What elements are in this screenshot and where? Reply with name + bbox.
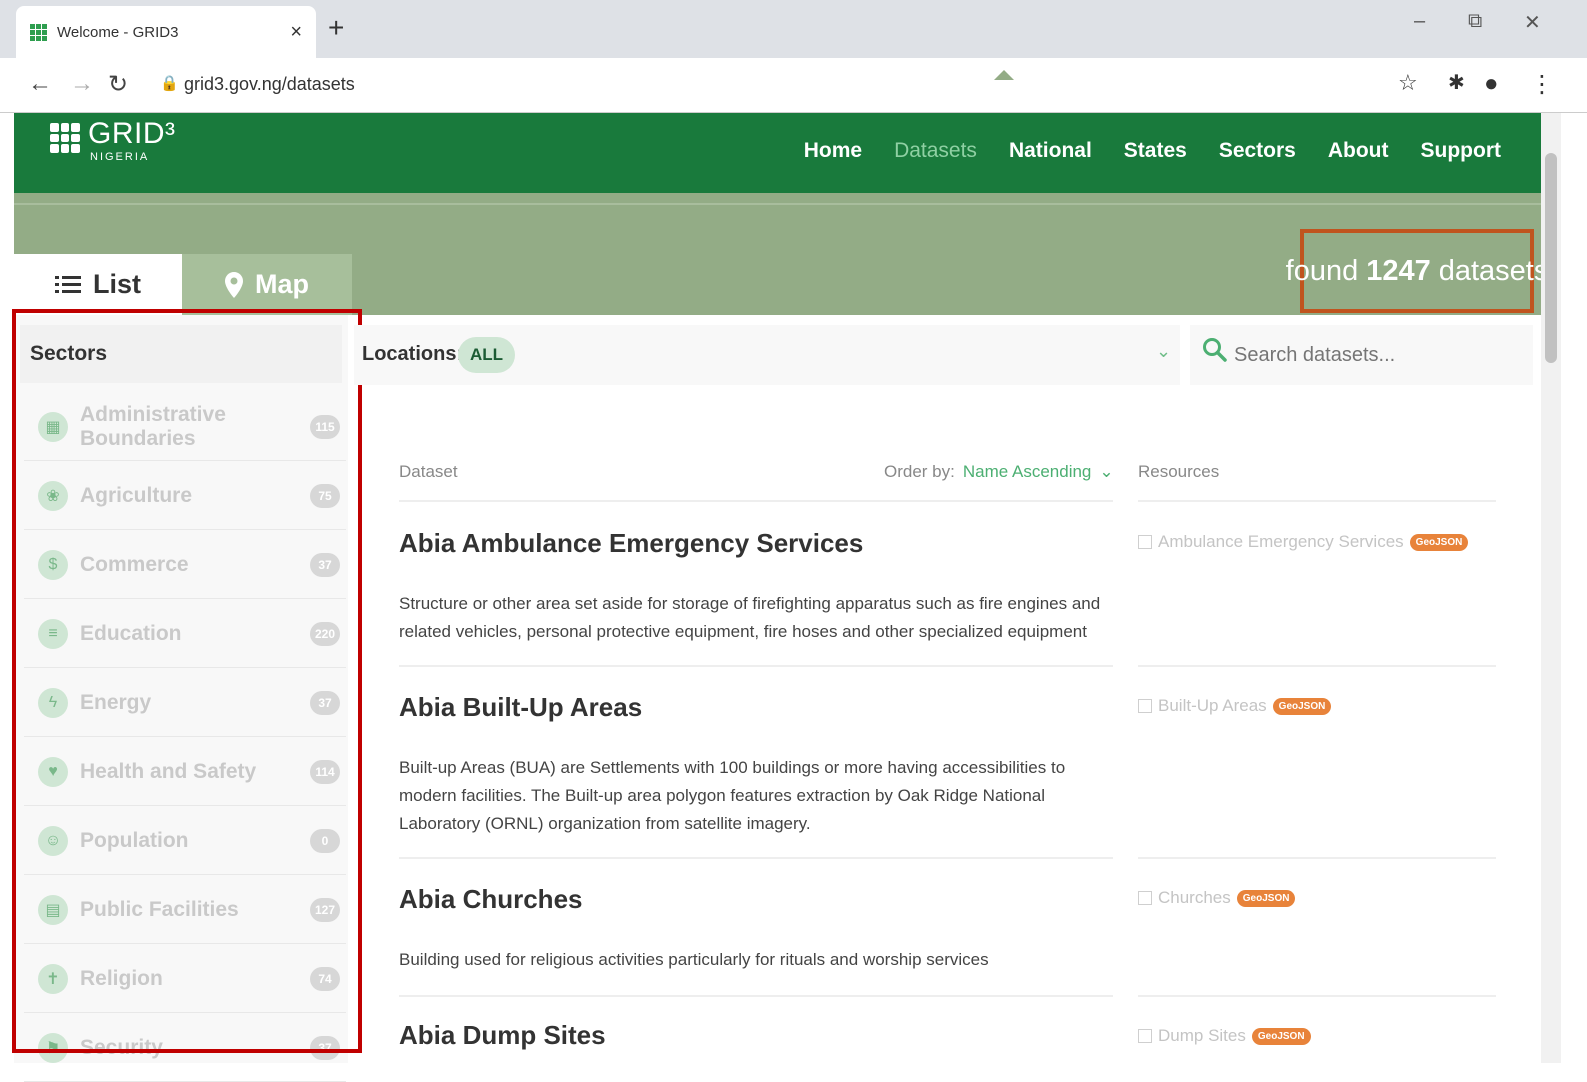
- format-badge: GeoJSON: [1272, 697, 1332, 715]
- results-count-prefix: found: [1285, 254, 1359, 287]
- site-header: GRID³ NIGERIA Home Datasets National Sta…: [14, 113, 1541, 193]
- reload-icon[interactable]: ↻: [108, 70, 128, 99]
- resource-name: Dump Sites: [1158, 1026, 1246, 1045]
- main-nav: Home Datasets National States Sectors Ab…: [804, 139, 1501, 163]
- resource-item[interactable]: Built-Up Areas GeoJSON: [1138, 696, 1332, 716]
- window-close-button[interactable]: ✕: [1524, 10, 1541, 35]
- list-icon: [54, 275, 81, 293]
- location-pill-all[interactable]: ALL: [458, 337, 516, 373]
- format-badge: GeoJSON: [1251, 1027, 1311, 1045]
- results-count-number: 1247: [1366, 254, 1431, 287]
- resource-item[interactable]: Churches GeoJSON: [1138, 888, 1296, 908]
- minimize-button[interactable]: –: [1414, 10, 1425, 33]
- active-nav-caret: [994, 70, 1014, 80]
- resource-name: Ambulance Emergency Services: [1158, 532, 1404, 551]
- resource-item[interactable]: Dump Sites GeoJSON: [1138, 1026, 1311, 1046]
- search-input[interactable]: [1234, 337, 1524, 373]
- nav-sectors[interactable]: Sectors: [1219, 139, 1296, 163]
- page-scrollbar[interactable]: [1541, 113, 1561, 1063]
- profile-icon[interactable]: ●: [1484, 70, 1499, 98]
- band-divider: [14, 203, 1541, 205]
- divider: [399, 995, 1113, 997]
- dataset-description: Structure or other area set aside for st…: [399, 594, 1101, 641]
- search-box: [1190, 325, 1533, 385]
- tab-map-label: Map: [255, 269, 309, 299]
- browser-tab-strip: Welcome - GRID3 × + – ⧉ ✕: [0, 0, 1587, 58]
- divider: [1138, 995, 1496, 997]
- dataset-title[interactable]: Abia Churches: [399, 884, 583, 915]
- tab-close-icon[interactable]: ×: [290, 21, 302, 44]
- resource-checkbox[interactable]: [1138, 699, 1152, 713]
- column-header-resources: Resources: [1138, 462, 1220, 481]
- extensions-icon[interactable]: ✱: [1448, 70, 1465, 95]
- resource-name: Built-Up Areas: [1158, 696, 1267, 715]
- resource-item[interactable]: Ambulance Emergency Services GeoJSON: [1138, 532, 1469, 552]
- grid3-logo-icon[interactable]: [50, 123, 80, 153]
- address-bar[interactable]: grid3.gov.ng/datasets: [184, 74, 355, 95]
- tab-title: Welcome - GRID3: [57, 23, 179, 41]
- order-by-control[interactable]: Order by: Name Ascending ⌄: [884, 462, 1114, 482]
- scrollbar-thumb[interactable]: [1545, 153, 1557, 363]
- browser-toolbar: ← → ↻ 🔒 grid3.gov.ng/datasets ☆ ✱ ● ⋮: [0, 58, 1587, 113]
- divider: [399, 500, 1113, 502]
- order-by-value[interactable]: Name Ascending: [963, 462, 1092, 482]
- sidebar-highlight-box: [12, 309, 362, 1053]
- results-count-suffix: datasets: [1438, 254, 1549, 287]
- tab-list-label: List: [92, 269, 141, 299]
- resource-checkbox[interactable]: [1138, 535, 1152, 549]
- tab-map[interactable]: Map: [182, 254, 352, 315]
- bookmark-star-icon[interactable]: ☆: [1398, 70, 1418, 96]
- favicon-icon: [30, 23, 47, 41]
- divider: [1138, 857, 1496, 859]
- divider: [1138, 500, 1496, 502]
- restore-button[interactable]: ⧉: [1468, 10, 1482, 33]
- site-logo-subtitle: NIGERIA: [90, 151, 150, 163]
- dataset-title[interactable]: Abia Built-Up Areas: [399, 692, 642, 723]
- nav-states[interactable]: States: [1124, 139, 1187, 163]
- results-band: List Map found 1247 datasets: [14, 193, 1548, 315]
- chevron-down-icon[interactable]: ⌄: [1099, 462, 1113, 482]
- locations-label: Locations:: [362, 343, 464, 365]
- search-icon[interactable]: [1202, 337, 1228, 363]
- menu-icon[interactable]: ⋮: [1530, 70, 1554, 99]
- nav-about[interactable]: About: [1328, 139, 1389, 163]
- order-by-label: Order by:: [884, 462, 955, 481]
- new-tab-button[interactable]: +: [328, 12, 344, 44]
- format-badge: GeoJSON: [1236, 889, 1296, 907]
- forward-icon[interactable]: →: [70, 70, 94, 98]
- tab-list[interactable]: List: [14, 254, 182, 315]
- dataset-title[interactable]: Abia Dump Sites: [399, 1020, 606, 1051]
- dataset-title[interactable]: Abia Ambulance Emergency Services: [399, 528, 863, 559]
- nav-datasets[interactable]: Datasets: [894, 139, 977, 163]
- divider: [1138, 665, 1496, 667]
- column-header-dataset: Dataset: [399, 462, 458, 481]
- resource-checkbox[interactable]: [1138, 1029, 1152, 1043]
- dataset-description: Built-up Areas (BUA) are Settlements wit…: [399, 758, 1066, 833]
- resource-checkbox[interactable]: [1138, 891, 1152, 905]
- divider: [399, 665, 1113, 667]
- back-icon[interactable]: ←: [28, 70, 52, 98]
- nav-national[interactable]: National: [1009, 139, 1092, 163]
- nav-support[interactable]: Support: [1421, 139, 1501, 163]
- format-badge: GeoJSON: [1409, 533, 1469, 551]
- resource-name: Churches: [1158, 888, 1231, 907]
- browser-tab[interactable]: Welcome - GRID3 ×: [16, 6, 316, 58]
- nav-home[interactable]: Home: [804, 139, 862, 163]
- site-logo-text[interactable]: GRID³: [88, 117, 176, 151]
- lock-icon: 🔒: [160, 75, 179, 92]
- results-count: found 1247 datasets: [1286, 229, 1548, 313]
- chevron-down-icon[interactable]: ⌄: [1156, 341, 1171, 362]
- divider: [399, 857, 1113, 859]
- locations-filter[interactable]: Locations: ALL ⌄: [354, 325, 1180, 385]
- dataset-description: Building used for religious activities p…: [399, 950, 989, 969]
- map-pin-icon: [225, 271, 243, 298]
